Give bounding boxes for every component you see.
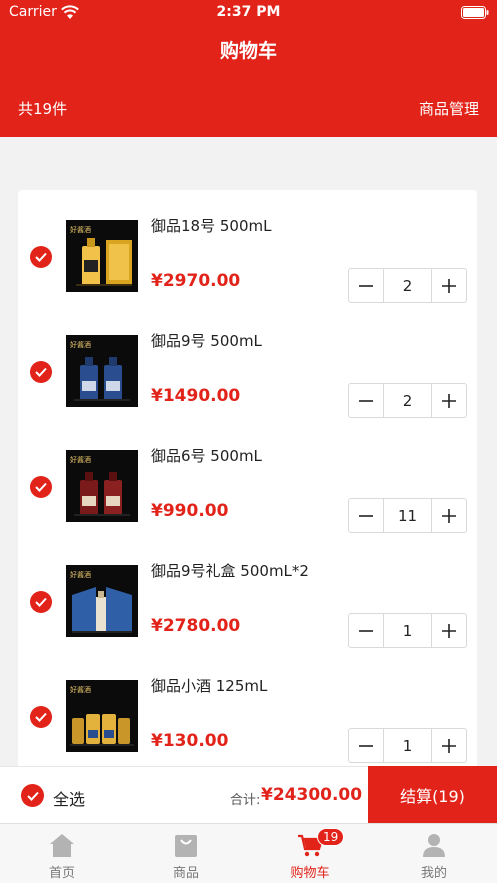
header: Carrier 2:37 PM 购物车 共19件 商品管理 xyxy=(0,0,497,137)
tab-label: 首页 xyxy=(48,866,75,881)
tab-profile[interactable]: 我的 xyxy=(372,824,496,883)
decrease-button[interactable] xyxy=(349,499,383,532)
checkout-bar: 全选 合计: ¥24300.00 结算(19) xyxy=(0,766,497,824)
quantity-value[interactable]: 1 xyxy=(383,614,432,647)
increase-button[interactable] xyxy=(432,614,466,647)
shopping-bag-icon xyxy=(175,835,197,857)
cart-item: 好酱酒 御品9号礼盒 500mL*2 ¥2780.00 1 xyxy=(18,535,477,650)
product-name: 御品18号 500mL xyxy=(151,217,272,235)
cart-list: 好酱酒 御品18号 500mL ¥2970.00 2 好酱酒 御品9号 500m… xyxy=(18,190,477,770)
cart-item: 好酱酒 御品18号 500mL ¥2970.00 2 xyxy=(18,190,477,305)
product-image: 好酱酒 xyxy=(66,450,138,522)
product-name: 御品9号礼盒 500mL*2 xyxy=(151,562,309,580)
tab-label: 购物车 xyxy=(290,866,330,881)
checkmark-icon xyxy=(35,252,47,262)
plus-icon xyxy=(442,508,456,523)
plus-icon xyxy=(442,278,456,293)
checkmark-icon xyxy=(26,791,39,801)
item-check[interactable] xyxy=(30,246,52,268)
total-label: 合计: xyxy=(230,793,261,808)
increase-button[interactable] xyxy=(432,729,466,762)
tab-label: 我的 xyxy=(420,866,447,881)
plus-icon xyxy=(442,623,456,638)
item-check[interactable] xyxy=(30,476,52,498)
increase-button[interactable] xyxy=(432,269,466,302)
home-icon xyxy=(50,834,74,857)
minus-icon xyxy=(359,284,373,287)
battery-icon xyxy=(461,6,489,19)
svg-text:好酱酒: 好酱酒 xyxy=(70,685,91,694)
checkmark-icon xyxy=(35,482,47,492)
manage-products-button[interactable]: 商品管理 xyxy=(419,98,479,119)
tab-home[interactable]: 首页 xyxy=(0,824,124,883)
page-title: 购物车 xyxy=(219,40,277,62)
product-image: 好酱酒 xyxy=(66,335,138,407)
cart-item: 好酱酒 御品小酒 125mL ¥130.00 1 xyxy=(18,650,477,765)
decrease-button[interactable] xyxy=(349,614,383,647)
tab-bar: 首页 商品 19 购物车 我的 xyxy=(0,823,497,883)
svg-text:好酱酒: 好酱酒 xyxy=(70,340,91,349)
quantity-value[interactable]: 1 xyxy=(383,729,432,762)
cart-badge: 19 xyxy=(317,828,345,846)
quantity-value[interactable]: 2 xyxy=(383,384,432,417)
quantity-value[interactable]: 11 xyxy=(383,499,432,532)
product-image: 好酱酒 xyxy=(66,220,138,292)
product-price: ¥130.00 xyxy=(151,731,229,751)
increase-button[interactable] xyxy=(432,499,466,532)
svg-text:好酱酒: 好酱酒 xyxy=(70,225,91,234)
checkmark-icon xyxy=(35,597,47,607)
quantity-value[interactable]: 2 xyxy=(383,269,432,302)
product-price: ¥2970.00 xyxy=(151,271,241,291)
tab-label: 商品 xyxy=(172,866,199,881)
total-price: ¥24300.00 xyxy=(261,785,363,805)
product-price: ¥1490.00 xyxy=(151,386,241,406)
status-bar: Carrier 2:37 PM xyxy=(0,0,497,26)
minus-icon xyxy=(359,744,373,747)
minus-icon xyxy=(359,514,373,517)
minus-icon xyxy=(359,399,373,402)
user-icon xyxy=(423,834,445,857)
select-all-checkbox[interactable] xyxy=(21,784,44,807)
tab-products[interactable]: 商品 xyxy=(124,824,248,883)
decrease-button[interactable] xyxy=(349,269,383,302)
item-check[interactable] xyxy=(30,591,52,613)
item-count: 共19件 xyxy=(18,100,68,118)
cart-item: 好酱酒 御品6号 500mL ¥990.00 11 xyxy=(18,420,477,535)
increase-button[interactable] xyxy=(432,384,466,417)
quantity-stepper: 2 xyxy=(348,268,467,303)
quantity-stepper: 2 xyxy=(348,383,467,418)
item-check[interactable] xyxy=(30,706,52,728)
product-name: 御品9号 500mL xyxy=(151,332,262,350)
tab-cart[interactable]: 19 购物车 xyxy=(248,824,372,883)
checkmark-icon xyxy=(35,712,47,722)
item-check[interactable] xyxy=(30,361,52,383)
svg-text:好酱酒: 好酱酒 xyxy=(70,570,91,579)
product-image: 好酱酒 xyxy=(66,565,138,637)
checkout-button[interactable]: 结算(19) xyxy=(368,766,497,824)
plus-icon xyxy=(442,393,456,408)
cart-item: 好酱酒 御品9号 500mL ¥1490.00 2 xyxy=(18,305,477,420)
quantity-stepper: 11 xyxy=(348,498,467,533)
plus-icon xyxy=(442,738,456,753)
product-price: ¥990.00 xyxy=(151,501,229,521)
svg-text:好酱酒: 好酱酒 xyxy=(70,455,91,464)
checkmark-icon xyxy=(35,367,47,377)
quantity-stepper: 1 xyxy=(348,613,467,648)
quantity-stepper: 1 xyxy=(348,728,467,763)
decrease-button[interactable] xyxy=(349,729,383,762)
select-all-label[interactable]: 全选 xyxy=(53,786,85,810)
product-name: 御品6号 500mL xyxy=(151,447,262,465)
minus-icon xyxy=(359,629,373,632)
decrease-button[interactable] xyxy=(349,384,383,417)
product-image: 好酱酒 xyxy=(66,680,138,752)
product-name: 御品小酒 125mL xyxy=(151,677,268,695)
product-price: ¥2780.00 xyxy=(151,616,241,636)
clock: 2:37 PM xyxy=(216,4,281,20)
